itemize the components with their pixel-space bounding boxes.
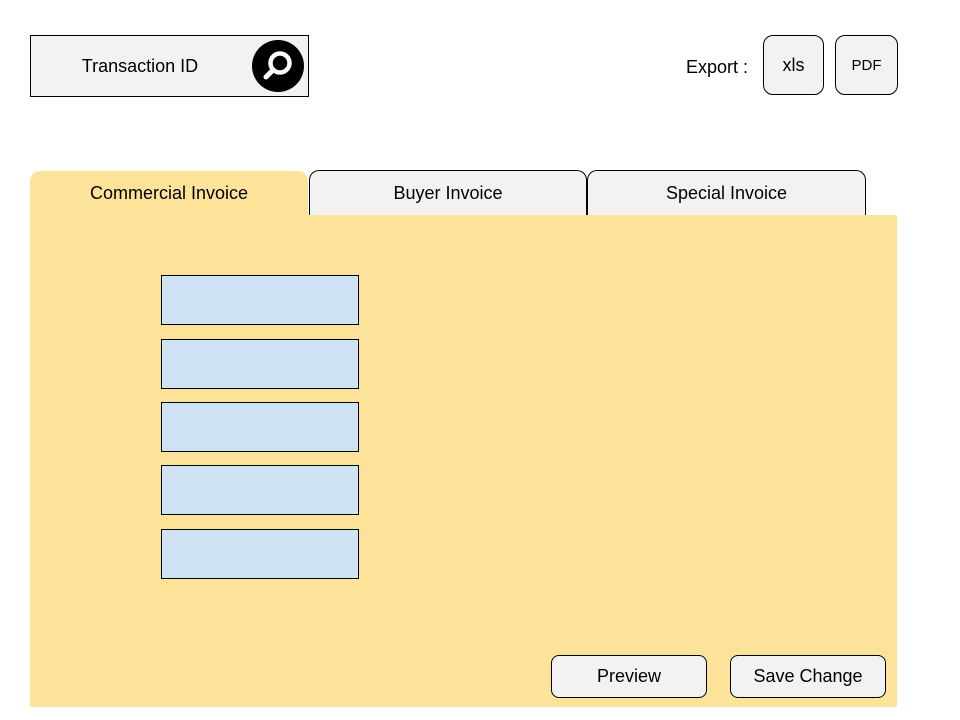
search-button[interactable] xyxy=(252,40,304,92)
search-icon xyxy=(263,51,292,80)
invoice-field-5[interactable] xyxy=(161,529,359,579)
tab-special-invoice[interactable]: Special Invoice xyxy=(587,170,866,215)
export-label: Export : xyxy=(685,57,749,77)
search-box xyxy=(30,35,309,97)
preview-button[interactable]: Preview xyxy=(551,655,707,698)
export-pdf-button[interactable]: PDF xyxy=(835,35,898,95)
transaction-id-input[interactable] xyxy=(32,37,248,95)
invoice-panel: Preview Save Change xyxy=(30,215,897,707)
invoice-field-2[interactable] xyxy=(161,339,359,389)
invoice-field-1[interactable] xyxy=(161,275,359,325)
invoice-field-4[interactable] xyxy=(161,465,359,515)
invoice-field-3[interactable] xyxy=(161,402,359,452)
tab-commercial-invoice[interactable]: Commercial Invoice xyxy=(30,171,308,217)
export-xls-button[interactable]: xls xyxy=(763,35,824,95)
tab-buyer-invoice[interactable]: Buyer Invoice xyxy=(309,170,587,215)
save-change-button[interactable]: Save Change xyxy=(730,655,886,698)
